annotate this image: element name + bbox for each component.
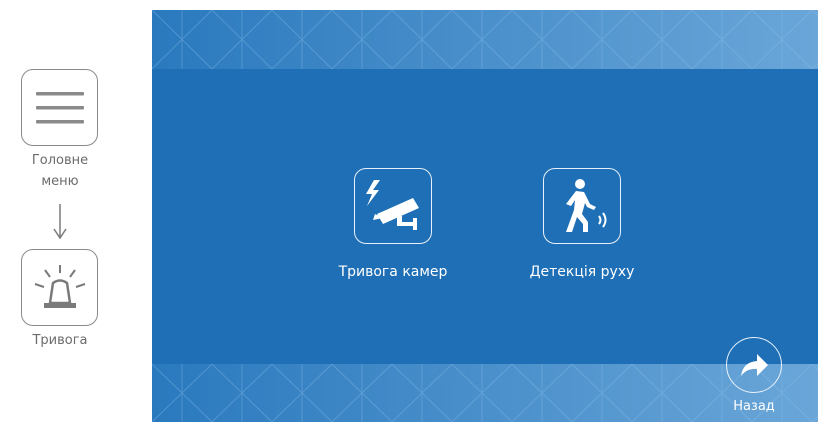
alarm-button[interactable] [21, 249, 98, 326]
motion-detection-label: Детекція руху [529, 264, 635, 280]
down-arrow-icon [53, 204, 67, 240]
device-screen: Тривога камер Детекція руху Назад [152, 10, 818, 422]
main-menu-label: Головне меню [31, 153, 89, 189]
top-decorative-band [152, 10, 818, 69]
hamburger-menu-icon [35, 91, 84, 123]
alarm-label: Тривога [32, 333, 88, 348]
camera-alarm-button[interactable] [354, 168, 432, 244]
camera-alarm-icon [366, 180, 419, 230]
forward-arrow-icon [741, 354, 768, 376]
motion-detection-button[interactable] [543, 168, 621, 244]
siren-icon [34, 264, 85, 308]
motion-detection-icon [566, 179, 607, 232]
back-button[interactable] [726, 337, 782, 393]
back-label: Назад [733, 399, 775, 414]
main-menu-button[interactable] [21, 69, 98, 146]
camera-alarm-label: Тривога камер [338, 264, 448, 280]
menu-area [152, 69, 818, 364]
